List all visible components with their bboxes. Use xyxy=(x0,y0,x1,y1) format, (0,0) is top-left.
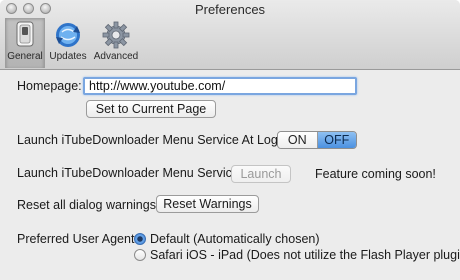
updates-globe-icon xyxy=(56,23,80,47)
preferences-window: Preferences General Updates Advanced Hom… xyxy=(0,0,460,280)
toolbar-general-label: General xyxy=(7,51,43,62)
reset-warnings-button[interactable]: Reset Warnings xyxy=(156,195,259,213)
toggle-on-segment[interactable]: ON xyxy=(278,132,318,148)
toolbar-advanced-label: Advanced xyxy=(93,51,139,62)
reset-warnings-label: Reset all dialog warnings: xyxy=(17,198,160,212)
set-to-current-page-button[interactable]: Set to Current Page xyxy=(86,100,216,118)
launch-service-label: Launch iTubeDownloader Menu Service: xyxy=(17,166,243,180)
user-agent-default-radio[interactable] xyxy=(134,233,146,245)
toolbar-updates-label: Updates xyxy=(49,51,87,62)
user-agent-default-label[interactable]: Default (Automatically chosen) xyxy=(150,232,320,246)
window-title: Preferences xyxy=(194,2,266,17)
launch-at-login-label: Launch iTubeDownloader Menu Service At L… xyxy=(17,133,292,147)
homepage-input[interactable]: http://www.youtube.com/ xyxy=(83,77,357,95)
toggle-off-segment[interactable]: OFF xyxy=(317,132,356,148)
user-agent-safari-ios-label[interactable]: Safari iOS - iPad (Does not utilize the … xyxy=(150,248,460,262)
title-bar: Preferences General Updates Advanced xyxy=(0,0,460,70)
toolbar-advanced-tab[interactable]: Advanced xyxy=(92,18,140,68)
launch-button[interactable]: Launch xyxy=(231,165,291,183)
toolbar-updates-tab[interactable]: Updates xyxy=(46,18,90,68)
advanced-gear-icon xyxy=(102,21,130,49)
general-switch-icon xyxy=(16,21,34,47)
launch-at-login-toggle[interactable]: ON OFF xyxy=(277,131,357,149)
user-agent-label: Preferred User Agent: xyxy=(17,232,138,246)
user-agent-safari-ios-radio[interactable] xyxy=(134,249,146,261)
toolbar-general-tab[interactable]: General xyxy=(5,18,45,68)
feature-coming-soon-note: Feature coming soon! xyxy=(315,167,436,181)
homepage-label: Homepage: xyxy=(17,79,82,93)
